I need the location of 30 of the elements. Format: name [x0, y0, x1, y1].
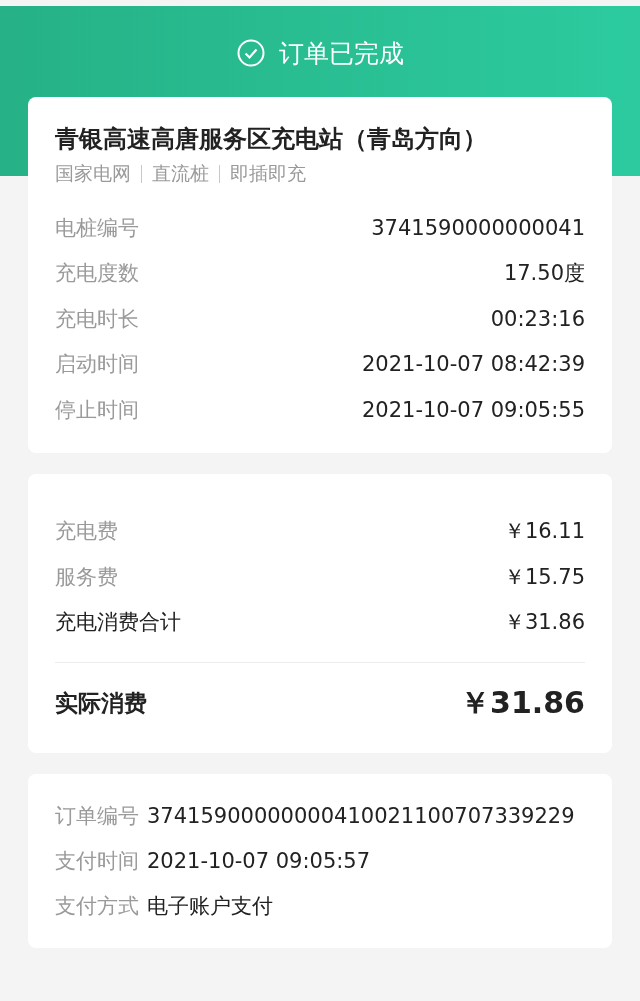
check-circle-icon [236, 39, 265, 67]
station-tag: 国家电网 [55, 161, 131, 187]
total-value: ￥31.86 [460, 683, 585, 722]
payment-label: 支付方式 [55, 893, 139, 920]
detail-label: 停止时间 [55, 396, 139, 424]
payment-label: 支付时间 [55, 848, 139, 875]
fee-value: ￥16.11 [503, 518, 585, 546]
station-tag: 直流桩 [152, 161, 209, 187]
detail-value: 2021-10-07 09:05:55 [361, 397, 585, 422]
fee-value: ￥31.86 [503, 609, 585, 637]
detail-label: 启动时间 [55, 351, 139, 379]
fee-value: ￥15.75 [503, 563, 585, 591]
payment-label: 订单编号 [55, 803, 139, 830]
page-title: 订单已完成 [278, 37, 404, 70]
fee-label: 充电消费合计 [55, 609, 181, 637]
detail-value: 17.50度 [503, 260, 585, 288]
fee-label: 服务费 [55, 563, 118, 591]
detail-label: 电桩编号 [55, 214, 139, 242]
station-tag: 即插即充 [230, 161, 306, 187]
detail-value: 00:23:16 [490, 306, 585, 331]
detail-value: 3741590000000041 [371, 215, 585, 240]
total-label: 实际消费 [55, 688, 147, 718]
payment-value: 2021-10-07 09:05:57 [147, 848, 371, 875]
station-name: 青银高速高唐服务区充电站（青岛方向） [55, 124, 488, 155]
detail-label: 充电度数 [55, 260, 139, 288]
fee-label: 充电费 [55, 518, 118, 546]
payment-value: 电子账户支付 [147, 893, 273, 920]
detail-label: 充电时长 [55, 305, 139, 333]
detail-value: 2021-10-07 08:42:39 [361, 352, 585, 377]
payment-value: 37415900000000410021100707339229 [147, 803, 575, 830]
